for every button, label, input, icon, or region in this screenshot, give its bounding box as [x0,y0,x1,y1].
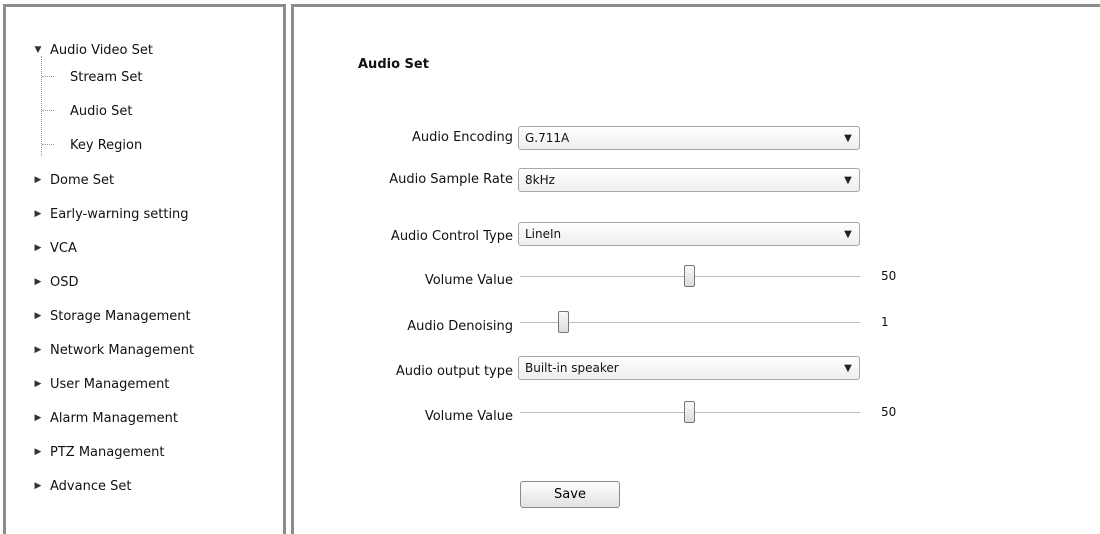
triangle-right-icon: ▶ [34,243,42,253]
triangle-right-icon: ▶ [34,311,42,321]
output-volume-label: Volume Value [424,409,513,424]
slider-thumb[interactable] [684,401,695,423]
audio-encoding-select[interactable]: G.711A ▼ [518,126,860,150]
triangle-right-icon: ▶ [34,277,42,287]
volume-value-readout: 50 [881,269,897,283]
tree-node-vca[interactable]: ▶ VCA [32,238,77,258]
tree-node-network-management[interactable]: ▶ Network Management [32,340,195,360]
volume-slider[interactable] [518,265,860,289]
select-value: 8kHz [525,173,555,187]
audio-settings-panel: Audio Set Audio Encoding G.711A ▼ Audio … [291,4,1100,534]
triangle-right-icon: ▶ [34,379,42,389]
tree-connector [42,110,54,111]
tree-node-label: Audio Video Set [50,42,153,58]
select-value: LineIn [525,227,562,241]
triangle-right-icon: ▶ [34,481,42,491]
output-volume-slider[interactable] [518,401,860,425]
audio-output-type-select[interactable]: Built-in speaker ▼ [518,356,860,380]
tree-connector [42,144,54,145]
denoising-value-readout: 1 [881,315,889,329]
chevron-down-icon: ▼ [844,132,852,144]
select-value: G.711A [525,131,570,145]
triangle-right-icon: ▶ [34,175,42,185]
audio-denoising-label: Audio Denoising [407,319,513,334]
denoising-slider[interactable] [518,311,860,335]
tree-connector [42,76,54,77]
tree-child-audio-set[interactable]: Audio Set [70,101,132,121]
output-volume-readout: 50 [881,405,897,419]
triangle-right-icon: ▶ [34,209,42,219]
tree-node-advance-set[interactable]: ▶ Advance Set [32,476,132,496]
tree-node-early-warning-setting[interactable]: ▶ Early-warning setting [32,204,189,224]
page-title: Audio Set [358,57,429,72]
sidebar-nav: ▼ Audio Video Set Stream Set Audio Set K… [3,4,286,534]
chevron-down-icon: ▼ [844,362,852,374]
slider-thumb[interactable] [684,265,695,287]
audio-encoding-label: Audio Encoding [412,130,513,145]
tree-node-dome-set[interactable]: ▶ Dome Set [32,170,115,190]
volume-value-label: Volume Value [424,273,513,288]
tree-node-user-management[interactable]: ▶ User Management [32,374,170,394]
tree-connector [41,56,42,156]
triangle-right-icon: ▶ [34,413,42,423]
select-value: Built-in speaker [525,361,619,375]
chevron-down-icon: ▼ [844,174,852,186]
audio-sample-rate-select[interactable]: 8kHz ▼ [518,168,860,192]
save-button[interactable]: Save [520,481,620,508]
tree-child-key-region[interactable]: Key Region [70,135,142,155]
triangle-right-icon: ▶ [34,345,42,355]
tree-node-alarm-management[interactable]: ▶ Alarm Management [32,408,179,428]
tree-node-audio-video-set[interactable]: ▼ Audio Video Set [32,40,153,60]
tree-node-osd[interactable]: ▶ OSD [32,272,79,292]
chevron-down-icon: ▼ [844,228,852,240]
audio-output-type-label: Audio output type [395,364,513,379]
audio-control-type-select[interactable]: LineIn ▼ [518,222,860,246]
slider-track [520,322,860,323]
triangle-right-icon: ▶ [34,447,42,457]
audio-control-type-label: Audio Control Type [390,229,513,244]
triangle-down-icon: ▼ [34,45,42,55]
tree-node-ptz-management[interactable]: ▶ PTZ Management [32,442,165,462]
tree-child-stream-set[interactable]: Stream Set [70,67,143,87]
tree-node-storage-management[interactable]: ▶ Storage Management [32,306,191,326]
slider-thumb[interactable] [558,311,569,333]
audio-sample-rate-label: Audio Sample Rate [389,172,513,187]
